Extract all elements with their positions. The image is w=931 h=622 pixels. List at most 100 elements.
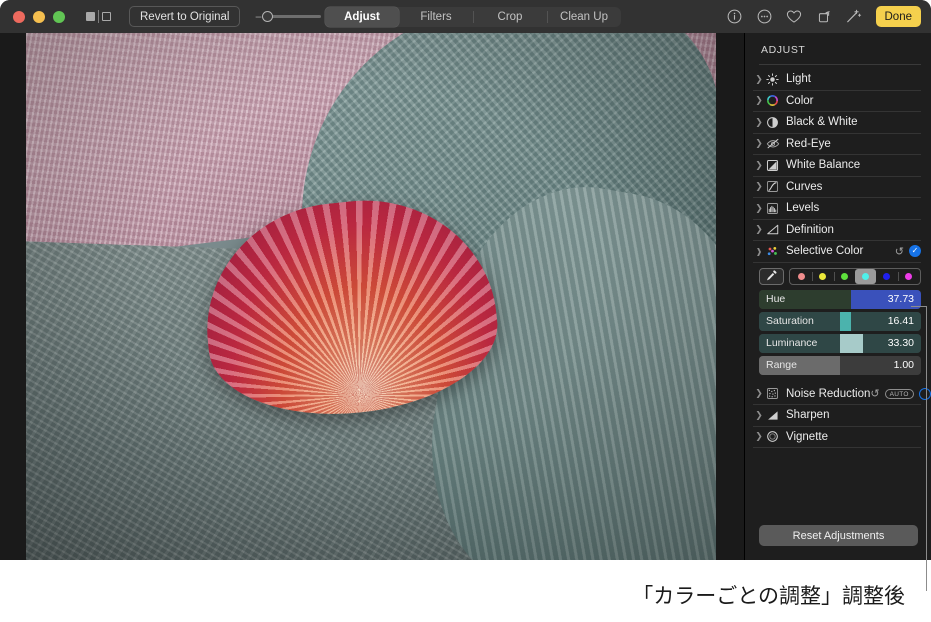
close-window-button[interactable]	[13, 10, 25, 23]
selective-color-sliders: Hue 37.73 Saturation 16.41 Luminance 33.…	[759, 289, 921, 375]
info-icon[interactable]	[726, 8, 743, 25]
swatch-cyan[interactable]	[854, 268, 877, 284]
sidebar-item-label: Light	[786, 73, 811, 86]
sidebar-item-controls: ↺ AUTO	[870, 387, 931, 400]
chevron-right-icon[interactable]: ❯	[753, 431, 765, 442]
tab-crop[interactable]: Crop	[473, 7, 547, 27]
sidebar-item-label: White Balance	[786, 159, 861, 172]
sidebar-item-sharpen[interactable]: ❯ Sharpen	[753, 405, 921, 427]
slider-hue[interactable]: Hue 37.73	[759, 289, 921, 309]
chevron-right-icon[interactable]: ❯	[753, 224, 765, 235]
curves-icon	[765, 180, 780, 193]
split-view-filled-square	[86, 12, 95, 21]
toolbar-actions: Done	[726, 0, 921, 33]
auto-enhance-wand-icon[interactable]	[846, 8, 863, 25]
zoom-slider[interactable]: − +	[252, 10, 336, 24]
swatch-blue[interactable]	[876, 269, 897, 284]
sidebar-item-color[interactable]: ❯ Color	[753, 91, 921, 112]
done-button-label: Done	[884, 10, 913, 23]
revert-to-original-label: Revert to Original	[140, 10, 230, 23]
chevron-right-icon[interactable]: ❯	[753, 388, 765, 399]
chevron-right-icon[interactable]: ❯	[753, 74, 765, 85]
tab-filters[interactable]: Filters	[399, 7, 473, 27]
sidebar-item-label: Curves	[786, 180, 823, 193]
tab-clean-up[interactable]: Clean Up	[547, 7, 621, 27]
sidebar-item-label: Black & White	[786, 116, 858, 129]
sidebar-item-white-balance[interactable]: ❯ White Balance	[753, 155, 921, 177]
chevron-right-icon[interactable]: ❯	[753, 410, 765, 421]
revert-adjustment-icon[interactable]: ↺	[895, 245, 904, 258]
minimize-window-button[interactable]	[33, 10, 45, 23]
chevron-right-icon[interactable]: ❯	[753, 95, 765, 106]
favorite-heart-icon[interactable]	[786, 8, 803, 25]
window-controls	[13, 10, 65, 23]
sidebar-title: ADJUST	[761, 44, 806, 56]
sidebar-item-label: Noise Reduction	[786, 387, 871, 400]
noise-reduction-icon	[765, 387, 780, 400]
chevron-right-icon[interactable]: ❯	[753, 117, 765, 128]
slider-saturation[interactable]: Saturation 16.41	[759, 311, 921, 331]
maximize-window-button[interactable]	[53, 10, 65, 23]
sidebar-item-label: Selective Color	[786, 245, 864, 258]
revert-to-original-button[interactable]: Revert to Original	[129, 6, 241, 27]
rotate-icon[interactable]	[816, 8, 833, 25]
definition-triangle-icon	[765, 223, 780, 236]
split-view-outline-square	[102, 12, 111, 21]
swatch-magenta[interactable]	[897, 269, 919, 284]
slider-saturation-value: 16.41	[887, 315, 914, 327]
tab-adjust[interactable]: Adjust	[325, 7, 399, 27]
chevron-right-icon[interactable]: ❯	[753, 181, 765, 192]
slider-hue-label: Hue	[766, 293, 786, 305]
photos-editor-window: Revert to Original − + Adjust Filters Cr…	[0, 0, 931, 560]
sidebar-item-curves[interactable]: ❯ Curves	[753, 177, 921, 198]
sidebar-item-label: Sharpen	[786, 409, 830, 422]
levels-histogram-icon	[765, 202, 780, 215]
eyedropper-icon[interactable]	[759, 267, 784, 285]
swatch-green[interactable]	[833, 269, 855, 284]
slider-luminance[interactable]: Luminance 33.30	[759, 333, 921, 353]
selective-color-dots-icon	[765, 245, 780, 258]
sidebar-item-selective-color[interactable]: ❱ Selective Color ↺ ✓	[753, 241, 921, 263]
sidebar-item-label: Color	[786, 94, 814, 107]
swatch-yellow[interactable]	[812, 269, 833, 284]
zoom-slider-track[interactable]	[262, 10, 322, 22]
photo-preview[interactable]	[26, 33, 716, 560]
slider-luminance-label: Luminance	[766, 337, 818, 349]
sidebar-item-light[interactable]: ❯ Light	[753, 69, 921, 91]
auto-badge[interactable]: AUTO	[884, 388, 914, 399]
toolbar: Revert to Original − + Adjust Filters Cr…	[0, 0, 931, 33]
tab-filters-label: Filters	[420, 11, 452, 23]
sidebar-item-vignette[interactable]: ❯ Vignette	[753, 427, 921, 448]
zoom-slider-knob[interactable]	[262, 10, 274, 22]
sidebar-item-noise-reduction[interactable]: ❯ Noise Reduction ↺ AUTO	[753, 384, 931, 405]
selective-color-swatch-bar	[759, 267, 921, 285]
figure-caption: 「カラーごとの調整」調整後	[632, 584, 905, 608]
swatch-red[interactable]	[791, 269, 812, 284]
slider-range[interactable]: Range 1.00	[759, 355, 921, 375]
reset-adjustments-button[interactable]: Reset Adjustments	[759, 525, 918, 546]
chevron-right-icon[interactable]: ❯	[753, 203, 765, 214]
more-options-icon[interactable]	[756, 8, 773, 25]
split-view-divider	[98, 10, 99, 23]
slider-range-label: Range	[766, 359, 797, 371]
tab-crop-label: Crop	[497, 11, 523, 23]
reset-adjustments-label: Reset Adjustments	[792, 529, 885, 542]
chevron-right-icon[interactable]: ❯	[753, 160, 765, 171]
eye-slash-icon	[765, 137, 780, 150]
chevron-right-icon[interactable]: ❯	[753, 138, 765, 149]
sidebar-item-red-eye[interactable]: ❯ Red-Eye	[753, 134, 921, 155]
adjust-sidebar: ADJUST ❯ Light ❯ Color ❯ Black & White ❯…	[744, 33, 931, 560]
chevron-down-icon[interactable]: ❱	[753, 247, 765, 256]
sidebar-item-black-and-white[interactable]: ❯ Black & White	[753, 112, 921, 134]
slider-range-value: 1.00	[893, 359, 914, 371]
sidebar-title-divider	[759, 64, 921, 65]
slider-luminance-value: 33.30	[887, 337, 914, 349]
done-button[interactable]: Done	[875, 6, 921, 27]
sidebar-item-definition[interactable]: ❯ Definition	[753, 220, 921, 241]
revert-adjustment-icon[interactable]: ↺	[870, 387, 879, 400]
enable-adjustment-checkbox[interactable]: ✓	[909, 245, 921, 258]
enable-adjustment-checkbox[interactable]	[918, 387, 931, 400]
sidebar-item-levels[interactable]: ❯ Levels	[753, 198, 921, 220]
split-view-icon[interactable]	[86, 10, 111, 23]
slider-hue-value: 37.73	[887, 293, 914, 305]
